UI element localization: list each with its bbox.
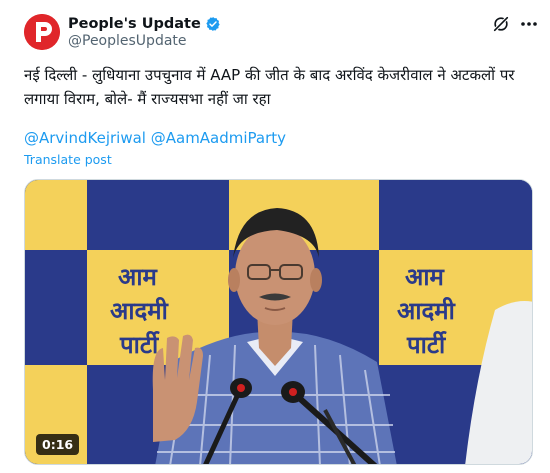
backdrop-word-party: पार्टी (119, 331, 160, 359)
author-avatar[interactable] (24, 14, 60, 50)
author-display-name[interactable]: People's Update (68, 16, 201, 32)
author-handle[interactable]: @PeoplesUpdate (68, 33, 187, 49)
video-player[interactable]: आम आदमी पार्टी आम आदमी पार्टी (24, 179, 533, 465)
more-options-button[interactable] (518, 14, 540, 34)
translate-post-link[interactable]: Translate post (24, 151, 112, 169)
backdrop-word-aam-2: आम (405, 263, 446, 291)
video-thumbnail: आम आदमी पार्टी आम आदमी पार्टी (25, 180, 532, 464)
tweet-text: नई दिल्ली - लुधियाना उपचुनाव में AAP की … (24, 66, 515, 108)
grok-button[interactable] (491, 14, 511, 34)
backdrop-word-party-2: पार्टी (406, 331, 447, 359)
grok-icon (493, 16, 509, 32)
author-name-row: People's Update (68, 14, 221, 34)
peoples-update-logo-icon (24, 14, 60, 50)
backdrop-word-aadmi-2: आदमी (397, 297, 456, 325)
backdrop-word-aam: आम (118, 263, 159, 291)
more-options-icon (521, 22, 537, 26)
verified-badge-icon (205, 16, 221, 32)
backdrop-word-aadmi: आदमी (110, 297, 169, 325)
mention-arvind-kejriwal[interactable]: @ArvindKejriwal (24, 129, 146, 147)
tweet-mentions: @ArvindKejriwal @AamAadmiParty (24, 126, 286, 150)
mention-aam-aadmi-party[interactable]: @AamAadmiParty (151, 129, 286, 147)
tweet-card: People's Update @PeoplesUpdate नई दिल्ली… (0, 0, 550, 473)
video-duration-badge: 0:16 (36, 434, 80, 455)
